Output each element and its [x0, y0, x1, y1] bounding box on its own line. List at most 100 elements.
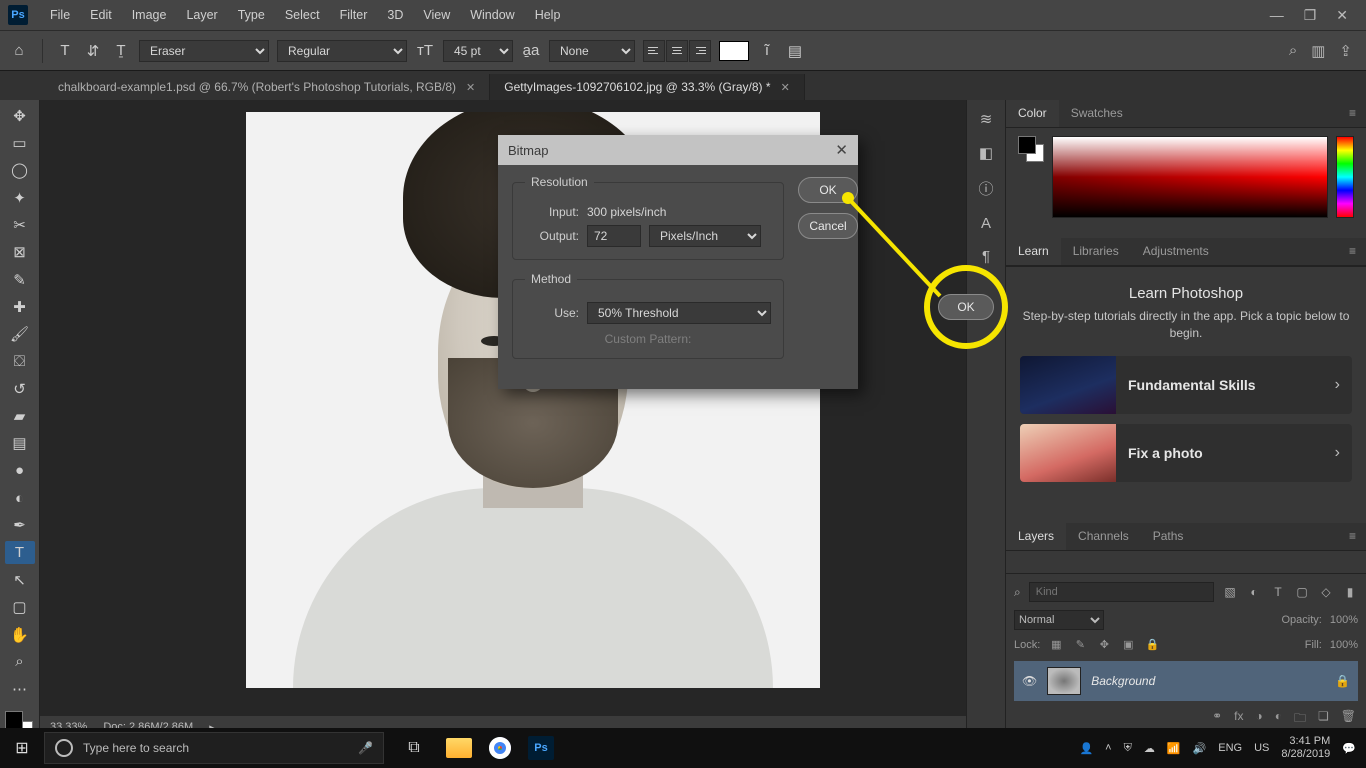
start-button[interactable]: ⊞	[0, 738, 44, 758]
type-tool-icon[interactable]: T	[55, 42, 75, 59]
gradient-tool-icon[interactable]: ▤	[5, 432, 35, 455]
brush-tool-icon[interactable]: 🖌	[5, 323, 35, 346]
share-icon[interactable]: ⇪	[1339, 42, 1352, 60]
opacity-value[interactable]: 100%	[1330, 614, 1358, 626]
pen-tool-icon[interactable]: ✒	[5, 514, 35, 537]
tab-learn[interactable]: Learn	[1006, 238, 1061, 265]
move-tool-icon[interactable]: ✥	[5, 104, 35, 127]
output-input[interactable]	[587, 225, 641, 247]
tray-chevron-icon[interactable]: ˄	[1105, 742, 1111, 754]
info-panel-icon[interactable]: ⓘ	[978, 178, 993, 199]
text-color-swatch[interactable]	[719, 41, 749, 61]
menu-window[interactable]: Window	[460, 8, 524, 22]
tab-paths[interactable]: Paths	[1141, 523, 1196, 550]
taskbar-search[interactable]: Type here to search 🎤	[44, 732, 384, 764]
tray-people-icon[interactable]: 👤	[1079, 742, 1093, 755]
search-icon[interactable]: ⌕	[1289, 42, 1297, 60]
window-close-icon[interactable]: ✕	[1336, 7, 1348, 24]
menu-3d[interactable]: 3D	[377, 8, 413, 22]
group-icon[interactable]: 🗀	[1294, 709, 1306, 730]
filter-pixel-icon[interactable]: ▧	[1222, 585, 1238, 599]
tray-locale[interactable]: US	[1254, 742, 1269, 754]
tray-security-icon[interactable]: ⛨	[1124, 742, 1132, 755]
adjustment-icon[interactable]: ◐	[1275, 709, 1282, 730]
eyedrop-tool-icon[interactable]: ✎	[5, 268, 35, 291]
tray-notifications-icon[interactable]: 💬	[1342, 742, 1356, 755]
trash-icon[interactable]: 🗑	[1341, 709, 1356, 730]
font-style-select[interactable]: Regular	[277, 40, 407, 62]
lesson-fundamental-skills[interactable]: Fundamental Skills ›	[1020, 356, 1352, 414]
visibility-icon[interactable]: 👁	[1022, 674, 1037, 688]
type-warp-icon[interactable]: Ṯ	[111, 42, 131, 59]
crop-tool-icon[interactable]: ✂	[5, 213, 35, 236]
font-size-select[interactable]: 45 pt	[443, 40, 513, 62]
stamp-tool-icon[interactable]: ⛋	[5, 350, 35, 373]
lasso-tool-icon[interactable]: ◯	[5, 159, 35, 182]
lock-move-icon[interactable]: ✥	[1096, 638, 1112, 651]
type-tool-icon[interactable]: T	[5, 541, 35, 564]
chrome-icon[interactable]	[489, 737, 511, 759]
menu-file[interactable]: File	[40, 8, 80, 22]
menu-select[interactable]: Select	[275, 8, 330, 22]
anti-alias-select[interactable]: None	[549, 40, 635, 62]
align-left-icon[interactable]	[643, 40, 665, 62]
layer-name[interactable]: Background	[1091, 674, 1325, 688]
blend-mode-select[interactable]: Normal	[1014, 610, 1104, 630]
menu-help[interactable]: Help	[525, 8, 571, 22]
lock-paint-icon[interactable]: ✎	[1072, 638, 1088, 651]
menu-view[interactable]: View	[413, 8, 460, 22]
align-center-icon[interactable]	[666, 40, 688, 62]
window-minimize-icon[interactable]: —	[1270, 7, 1284, 24]
fill-value[interactable]: 100%	[1330, 639, 1358, 651]
dialog-titlebar[interactable]: Bitmap ✕	[498, 135, 858, 165]
character-panel-icon[interactable]: ▤	[785, 42, 805, 60]
tab-adjustments[interactable]: Adjustments	[1131, 238, 1221, 265]
arrange-docs-icon[interactable]: ▥	[1311, 42, 1325, 60]
type-orientation-icon[interactable]: ⇵	[83, 42, 103, 60]
filter-toggle-icon[interactable]: ▮	[1342, 585, 1358, 599]
warp-text-icon[interactable]: ĩ	[757, 42, 777, 59]
filter-search-icon[interactable]: ⌕	[1014, 585, 1021, 600]
tray-onedrive-icon[interactable]: ☁	[1144, 742, 1155, 755]
tab-channels[interactable]: Channels	[1066, 523, 1141, 550]
tool-preset-select[interactable]: Eraser	[139, 40, 269, 62]
paragraph-panel-icon[interactable]: ¶	[982, 248, 990, 265]
hue-strip[interactable]	[1336, 136, 1354, 218]
close-icon[interactable]: ✕	[781, 81, 790, 94]
layer-filter-------input[interactable]	[1029, 582, 1214, 602]
photoshop-taskbar-icon[interactable]: Ps	[528, 736, 554, 760]
filter-smart-icon[interactable]: ◇	[1318, 585, 1334, 599]
window-restore-icon[interactable]: ❐	[1304, 7, 1317, 24]
history-brush-icon[interactable]: ↺	[5, 377, 35, 400]
history-panel-icon[interactable]: ≋	[980, 110, 993, 128]
file-explorer-icon[interactable]	[446, 738, 472, 758]
lock-artboard-icon[interactable]: ▣	[1120, 638, 1136, 651]
eraser-tool-icon[interactable]: ▰	[5, 404, 35, 427]
menu-image[interactable]: Image	[122, 8, 177, 22]
tab-layers[interactable]: Layers	[1006, 523, 1066, 550]
ok-button[interactable]: OK	[798, 177, 858, 203]
panel-menu-icon[interactable]: ≡	[1339, 523, 1366, 550]
lock-icon[interactable]: 🔒	[1335, 674, 1350, 688]
marquee-tool-icon[interactable]: ▭	[5, 131, 35, 154]
document-tab-active[interactable]: GettyImages-1092706102.jpg @ 33.3% (Gray…	[490, 74, 805, 100]
mask-icon[interactable]: ◑	[1255, 709, 1262, 730]
filter-shape-icon[interactable]: ▢	[1294, 585, 1310, 599]
menu-filter[interactable]: Filter	[330, 8, 378, 22]
dialog-close-icon[interactable]: ✕	[835, 141, 848, 159]
task-view-icon[interactable]: ⧉	[394, 732, 434, 764]
mic-icon[interactable]: 🎤	[358, 741, 373, 755]
path-select-icon[interactable]: ↖	[5, 568, 35, 591]
lesson-fix-photo[interactable]: Fix a photo ›	[1020, 424, 1352, 482]
menu-type[interactable]: Type	[228, 8, 275, 22]
tab-swatches[interactable]: Swatches	[1059, 100, 1135, 127]
zoom-tool-icon[interactable]: ⌕	[5, 650, 35, 673]
heal-tool-icon[interactable]: ✚	[5, 295, 35, 318]
tray-network-icon[interactable]: 📶	[1167, 742, 1181, 755]
panel-menu-icon[interactable]: ≡	[1339, 238, 1366, 265]
home-icon[interactable]: ⌂	[8, 42, 30, 59]
panel-menu-icon[interactable]: ≡	[1339, 100, 1366, 127]
tab-color[interactable]: Color	[1006, 100, 1059, 127]
tab-libraries[interactable]: Libraries	[1061, 238, 1131, 265]
blur-tool-icon[interactable]: ●	[5, 459, 35, 482]
